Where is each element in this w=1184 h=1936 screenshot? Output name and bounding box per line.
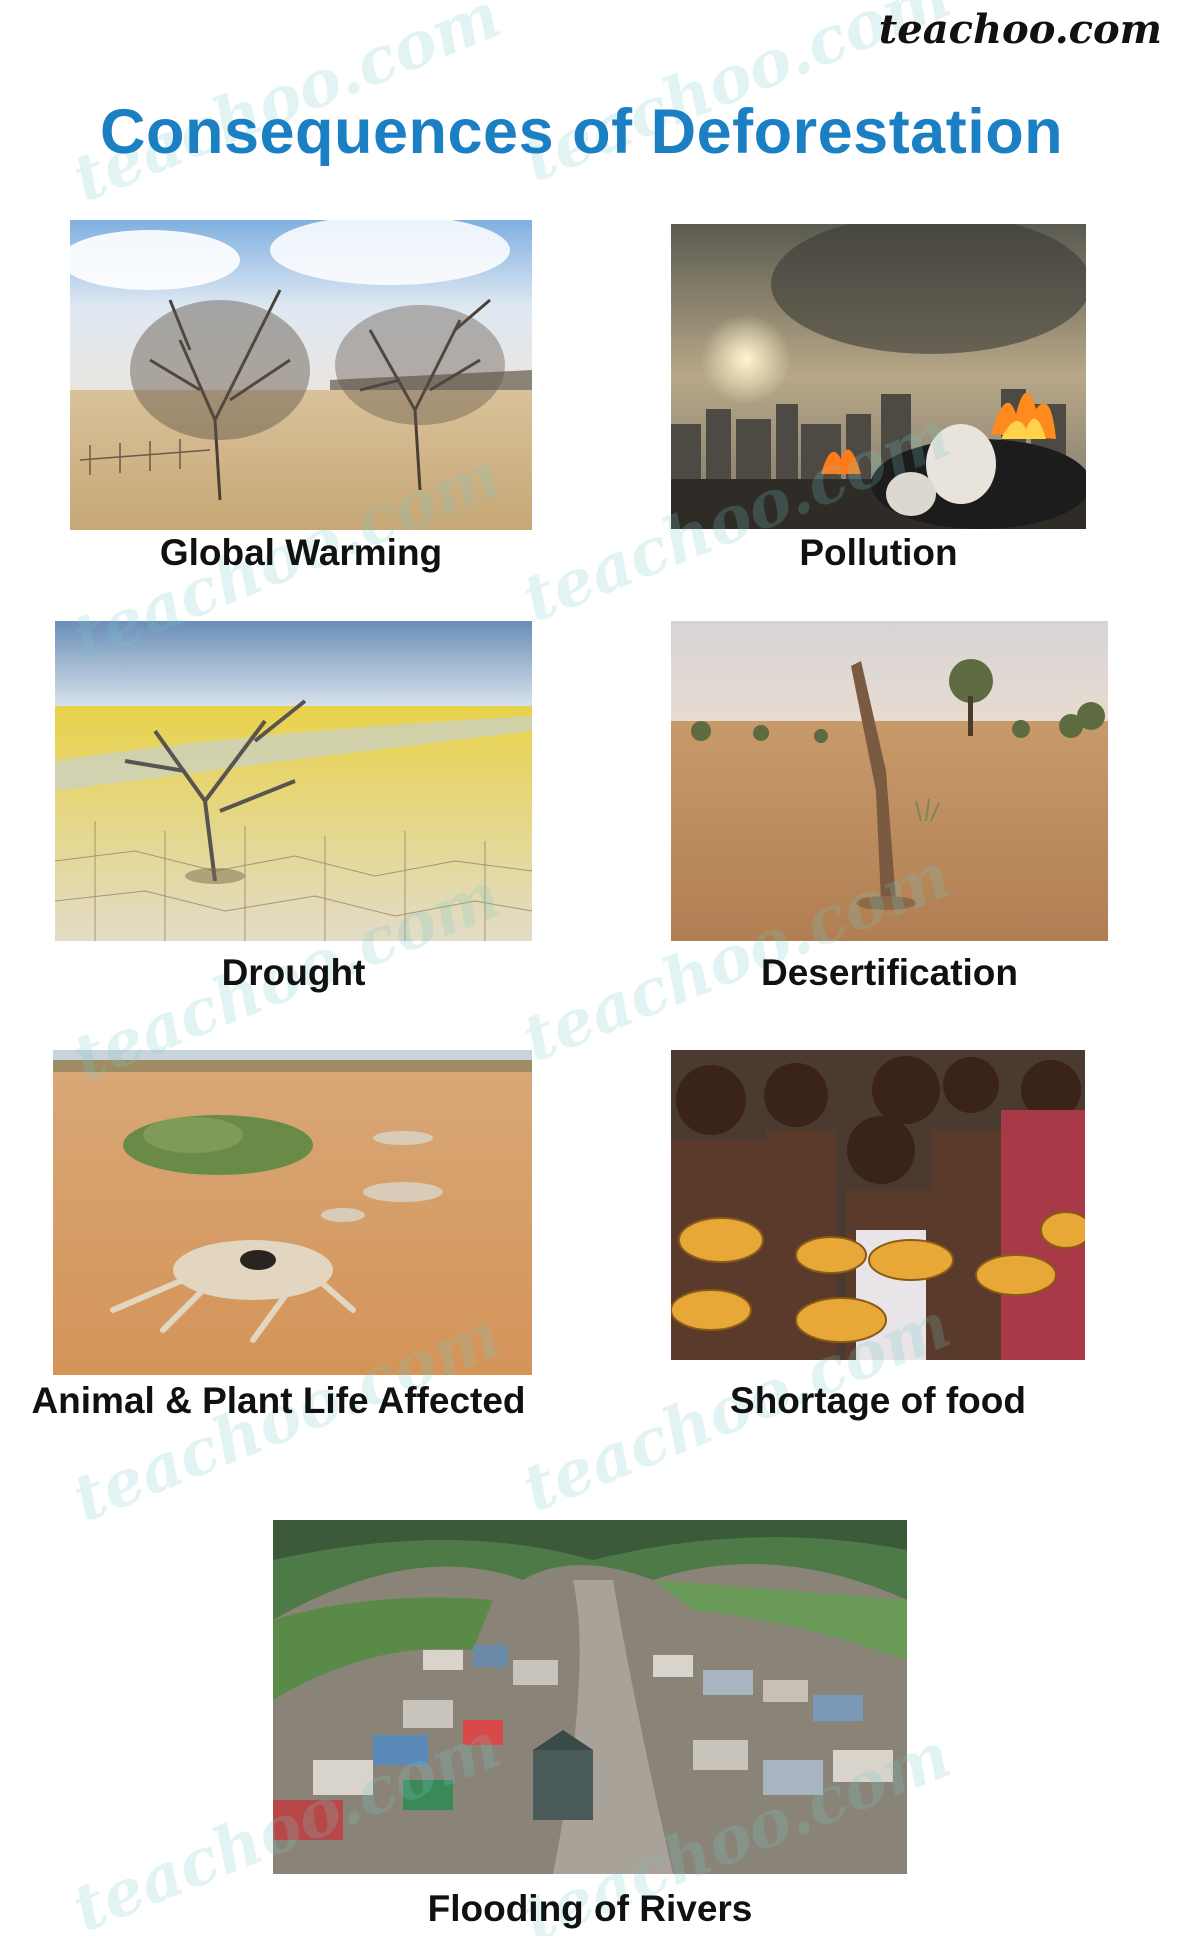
dead-trees-dry-land-photo [70,220,532,530]
dead-tree-cracked-earth-photo [55,621,532,941]
burning-garbage-city-smog-photo [671,224,1086,529]
page-title: Consequences of Deforestation [100,97,1064,167]
children-holding-empty-bowls-photo [671,1050,1085,1360]
flooded-valley-town-photo [273,1520,907,1874]
consequence-caption: Animal & Plant Life Affected [31,1380,526,1421]
consequence-caption: Drought [221,952,366,993]
consequence-caption: Global Warming [159,532,443,573]
consequence-caption: Pollution [799,532,958,573]
animal-carcasses-dry-land-photo [53,1050,532,1375]
dead-stump-barren-land-photo [671,621,1108,941]
consequence-caption: Flooding of Rivers [427,1888,753,1929]
brand-logo: teachoo.com [878,6,1162,53]
consequence-caption: Shortage of food [730,1380,1026,1421]
consequence-caption: Desertification [760,952,1018,993]
